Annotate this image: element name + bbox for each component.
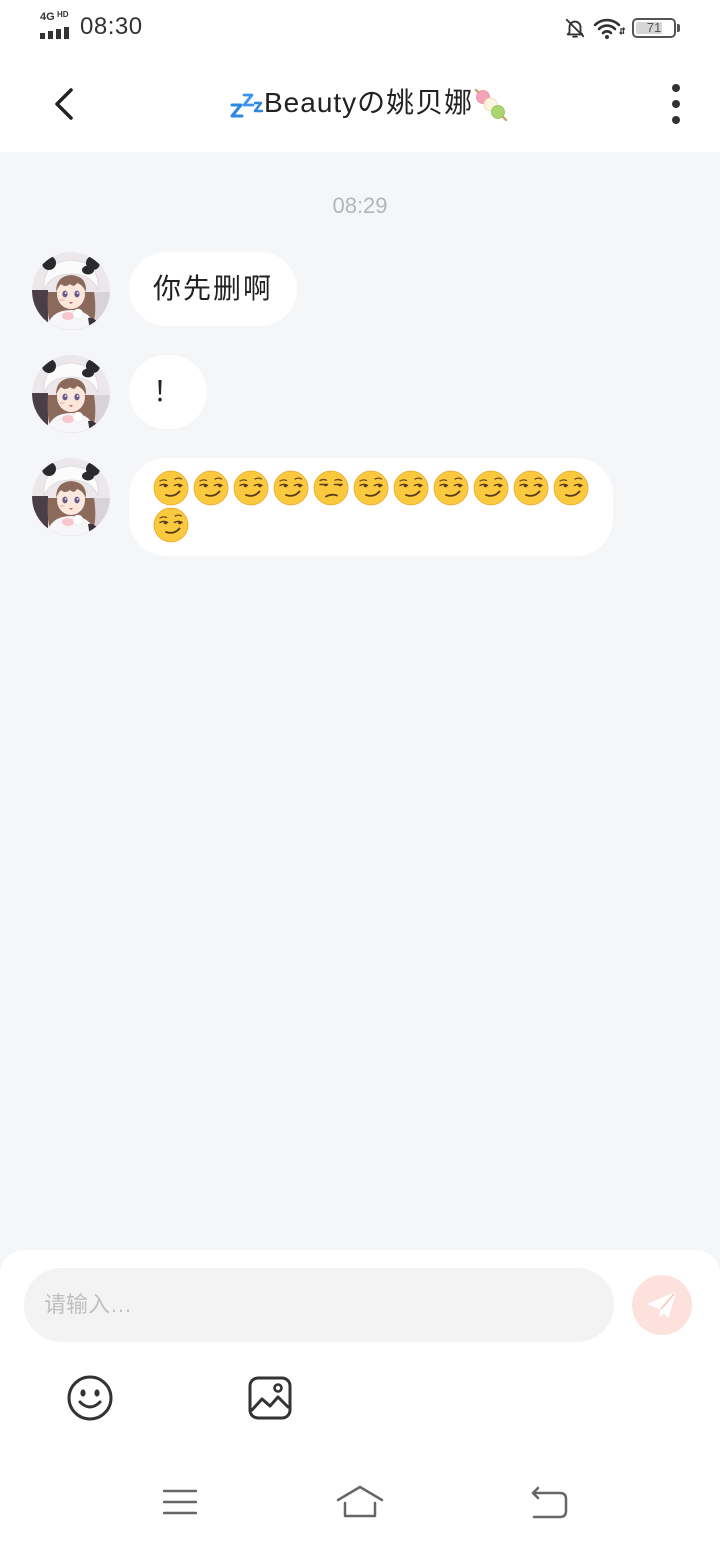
- network-badge: HD: [57, 10, 69, 19]
- chat-header: Beautyの姚贝娜: [0, 50, 720, 152]
- status-time: 08:30: [80, 13, 143, 40]
- smirking-face-emoji-icon: [431, 469, 471, 506]
- message-bubble[interactable]: ！: [129, 355, 208, 429]
- message-row: 你先删啊: [32, 252, 692, 330]
- paper-plane-icon: [648, 1292, 676, 1318]
- message-input[interactable]: [24, 1268, 614, 1342]
- recent-apps-button[interactable]: [162, 1489, 198, 1515]
- back-arrow-icon: [531, 1486, 568, 1519]
- avatar[interactable]: [32, 355, 110, 433]
- bell-off-icon: [565, 18, 585, 38]
- status-bar: 4G HD 08:30 71: [0, 0, 720, 50]
- system-nav-bar: [0, 1460, 720, 1544]
- smirking-face-emoji-icon: [351, 469, 391, 506]
- emoji-message-content[interactable]: [129, 458, 613, 556]
- send-button[interactable]: [632, 1275, 692, 1335]
- message-row: ！: [32, 355, 692, 433]
- message-bubble[interactable]: 你先删啊: [129, 252, 298, 326]
- message-row: [32, 458, 692, 556]
- more-options-icon[interactable]: [664, 84, 688, 124]
- battery-nub: [677, 24, 680, 32]
- battery-icon: 71: [632, 18, 680, 38]
- smirking-face-emoji-icon: [191, 469, 231, 506]
- dango-emoji-icon: [474, 88, 508, 122]
- emoji-button[interactable]: [65, 1373, 115, 1423]
- battery-level: 71: [646, 20, 662, 35]
- smirking-face-emoji-icon: [271, 469, 311, 506]
- message-timestamp: 08:29: [332, 193, 388, 218]
- home-icon: [336, 1485, 384, 1518]
- home-button[interactable]: [336, 1485, 384, 1519]
- chat-title-text: Beautyの姚贝娜: [264, 87, 474, 118]
- smirking-face-emoji-icon: [151, 469, 191, 506]
- smirking-face-emoji-icon: [391, 469, 431, 506]
- chat-title: Beautyの姚贝娜: [230, 50, 509, 152]
- chat-area[interactable]: 08:29 你先删啊 ！: [0, 152, 720, 1250]
- unamused-face-emoji-icon: [311, 469, 351, 506]
- image-icon: [248, 1376, 292, 1420]
- message-list: 你先删啊 ！: [32, 252, 692, 556]
- avatar-image: [32, 355, 110, 433]
- smirking-face-emoji-icon: [151, 506, 191, 543]
- avatar-image: [32, 458, 110, 536]
- zzz-emoji-icon: [230, 93, 264, 118]
- network-type: 4G: [40, 11, 55, 23]
- message-input-container: [24, 1268, 614, 1342]
- signal-icon: [40, 27, 69, 39]
- smirking-face-emoji-icon: [231, 469, 271, 506]
- wifi-icon: [593, 18, 625, 39]
- smirking-face-emoji-icon: [511, 469, 551, 506]
- menu-icon: [162, 1489, 198, 1515]
- avatar[interactable]: [32, 458, 110, 536]
- avatar-image: [32, 252, 110, 330]
- avatar[interactable]: [32, 252, 110, 330]
- smirking-face-emoji-icon: [551, 469, 591, 506]
- signal-indicator: 4G HD: [40, 10, 74, 40]
- smirking-face-emoji-icon: [471, 469, 511, 506]
- back-chevron-icon[interactable]: [44, 84, 84, 124]
- smiley-icon: [67, 1375, 113, 1421]
- back-button[interactable]: [530, 1486, 570, 1520]
- image-button[interactable]: [247, 1375, 293, 1421]
